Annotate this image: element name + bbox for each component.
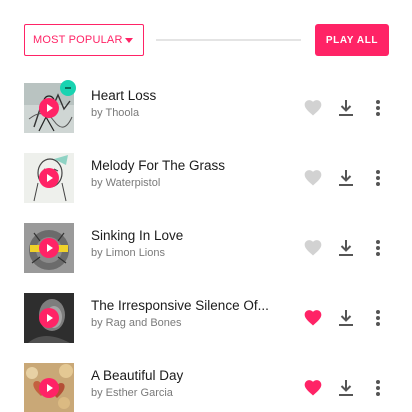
track-artist[interactable]: by Waterpistol bbox=[91, 177, 160, 189]
more-options-icon[interactable] bbox=[373, 378, 383, 398]
track-artist[interactable]: by Thoola bbox=[91, 107, 139, 119]
track-title[interactable]: Melody For The Grass bbox=[91, 158, 225, 173]
sort-dropdown-label: MOST POPULAR bbox=[33, 34, 123, 46]
album-art[interactable] bbox=[24, 153, 74, 203]
play-icon[interactable] bbox=[39, 308, 59, 328]
album-art[interactable] bbox=[24, 363, 74, 412]
download-icon[interactable] bbox=[337, 98, 355, 118]
play-all-button[interactable]: PLAY ALL bbox=[315, 24, 389, 56]
track-artist[interactable]: by Limon Lions bbox=[91, 247, 165, 259]
track-title[interactable]: Sinking In Love bbox=[91, 228, 183, 243]
divider bbox=[156, 39, 301, 41]
more-options-icon[interactable] bbox=[373, 98, 383, 118]
track-row[interactable]: Heart Loss by Thoola bbox=[0, 78, 412, 138]
play-icon[interactable] bbox=[39, 98, 59, 118]
play-icon[interactable] bbox=[39, 168, 59, 188]
sort-dropdown[interactable]: MOST POPULAR bbox=[24, 24, 144, 56]
download-icon[interactable] bbox=[337, 308, 355, 328]
download-icon[interactable] bbox=[337, 378, 355, 398]
download-icon[interactable] bbox=[337, 238, 355, 258]
track-row[interactable]: A Beautiful Day by Esther Garcia bbox=[0, 358, 412, 412]
album-art[interactable] bbox=[24, 223, 74, 273]
play-icon[interactable] bbox=[39, 378, 59, 398]
track-title[interactable]: A Beautiful Day bbox=[91, 368, 183, 383]
toolbar: MOST POPULAR PLAY ALL bbox=[0, 0, 412, 70]
heart-icon[interactable] bbox=[303, 238, 323, 258]
track-row[interactable]: Melody For The Grass by Waterpistol bbox=[0, 148, 412, 208]
more-options-icon[interactable] bbox=[373, 238, 383, 258]
heart-icon[interactable] bbox=[303, 378, 323, 398]
track-row[interactable]: The Irresponsive Silence Of... by Rag an… bbox=[0, 288, 412, 348]
track-title[interactable]: The Irresponsive Silence Of... bbox=[91, 298, 269, 313]
track-artist[interactable]: by Rag and Bones bbox=[91, 317, 182, 329]
play-icon[interactable] bbox=[39, 238, 59, 258]
album-art[interactable] bbox=[24, 293, 74, 343]
heart-icon[interactable] bbox=[303, 308, 323, 328]
more-options-icon[interactable] bbox=[373, 308, 383, 328]
more-options-icon[interactable] bbox=[373, 168, 383, 188]
heart-icon[interactable] bbox=[303, 168, 323, 188]
chevron-down-icon bbox=[125, 38, 133, 43]
minus-icon[interactable] bbox=[60, 80, 76, 96]
track-title[interactable]: Heart Loss bbox=[91, 88, 156, 103]
heart-icon[interactable] bbox=[303, 98, 323, 118]
track-row[interactable]: Sinking In Love by Limon Lions bbox=[0, 218, 412, 278]
track-artist[interactable]: by Esther Garcia bbox=[91, 387, 173, 399]
download-icon[interactable] bbox=[337, 168, 355, 188]
